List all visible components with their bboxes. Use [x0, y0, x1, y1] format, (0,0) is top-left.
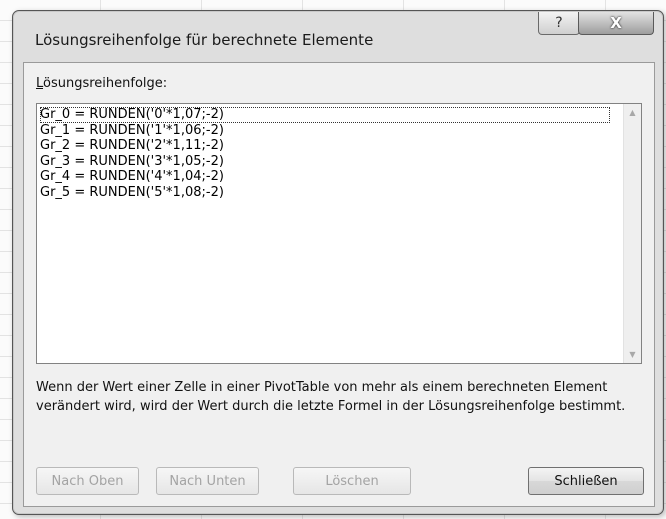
solve-order-label: Lösungsreihenfolge: [36, 76, 167, 91]
info-text: Wenn der Wert einer Zelle in einer Pivot… [36, 380, 626, 414]
move-down-button[interactable]: Nach Unten [156, 467, 259, 495]
title-bar: Lösungsreihenfolge für berechnete Elemen… [13, 11, 663, 61]
vertical-scrollbar[interactable]: ▲ ▼ [623, 104, 641, 363]
close-window-button[interactable]: X [578, 12, 654, 35]
dialog-title: Lösungsreihenfolge für berechnete Elemen… [35, 31, 374, 49]
solve-order-items: Gr_0 = RUNDEN('0'*1,07;-2) Gr_1 = RUNDEN… [40, 107, 610, 200]
move-up-button[interactable]: Nach Oben [36, 467, 139, 495]
list-item[interactable]: Gr_4 = RUNDEN('4'*1,04;-2) [40, 169, 610, 185]
solve-order-list[interactable]: Gr_0 = RUNDEN('0'*1,07;-2) Gr_1 = RUNDEN… [36, 103, 642, 364]
scroll-up-arrow-icon[interactable]: ▲ [624, 104, 641, 121]
list-item[interactable]: Gr_3 = RUNDEN('3'*1,05;-2) [40, 154, 610, 170]
solve-order-dialog: Lösungsreihenfolge für berechnete Elemen… [12, 10, 664, 515]
list-item[interactable]: Gr_0 = RUNDEN('0'*1,07;-2) [40, 107, 610, 123]
delete-button[interactable]: Löschen [293, 467, 411, 495]
list-item[interactable]: Gr_2 = RUNDEN('2'*1,11;-2) [40, 138, 610, 154]
help-button[interactable]: ? [538, 12, 580, 35]
scroll-down-arrow-icon[interactable]: ▼ [624, 346, 641, 363]
solve-order-label-accesskey: L [36, 76, 44, 91]
list-item[interactable]: Gr_1 = RUNDEN('1'*1,06;-2) [40, 123, 610, 139]
dialog-content: Lösungsreihenfolge: Gr_0 = RUNDEN('0'*1,… [23, 62, 655, 507]
list-item[interactable]: Gr_5 = RUNDEN('5'*1,08;-2) [40, 185, 610, 201]
solve-order-label-text: ösungsreihenfolge: [43, 76, 168, 91]
close-button[interactable]: Schließen [528, 467, 644, 495]
